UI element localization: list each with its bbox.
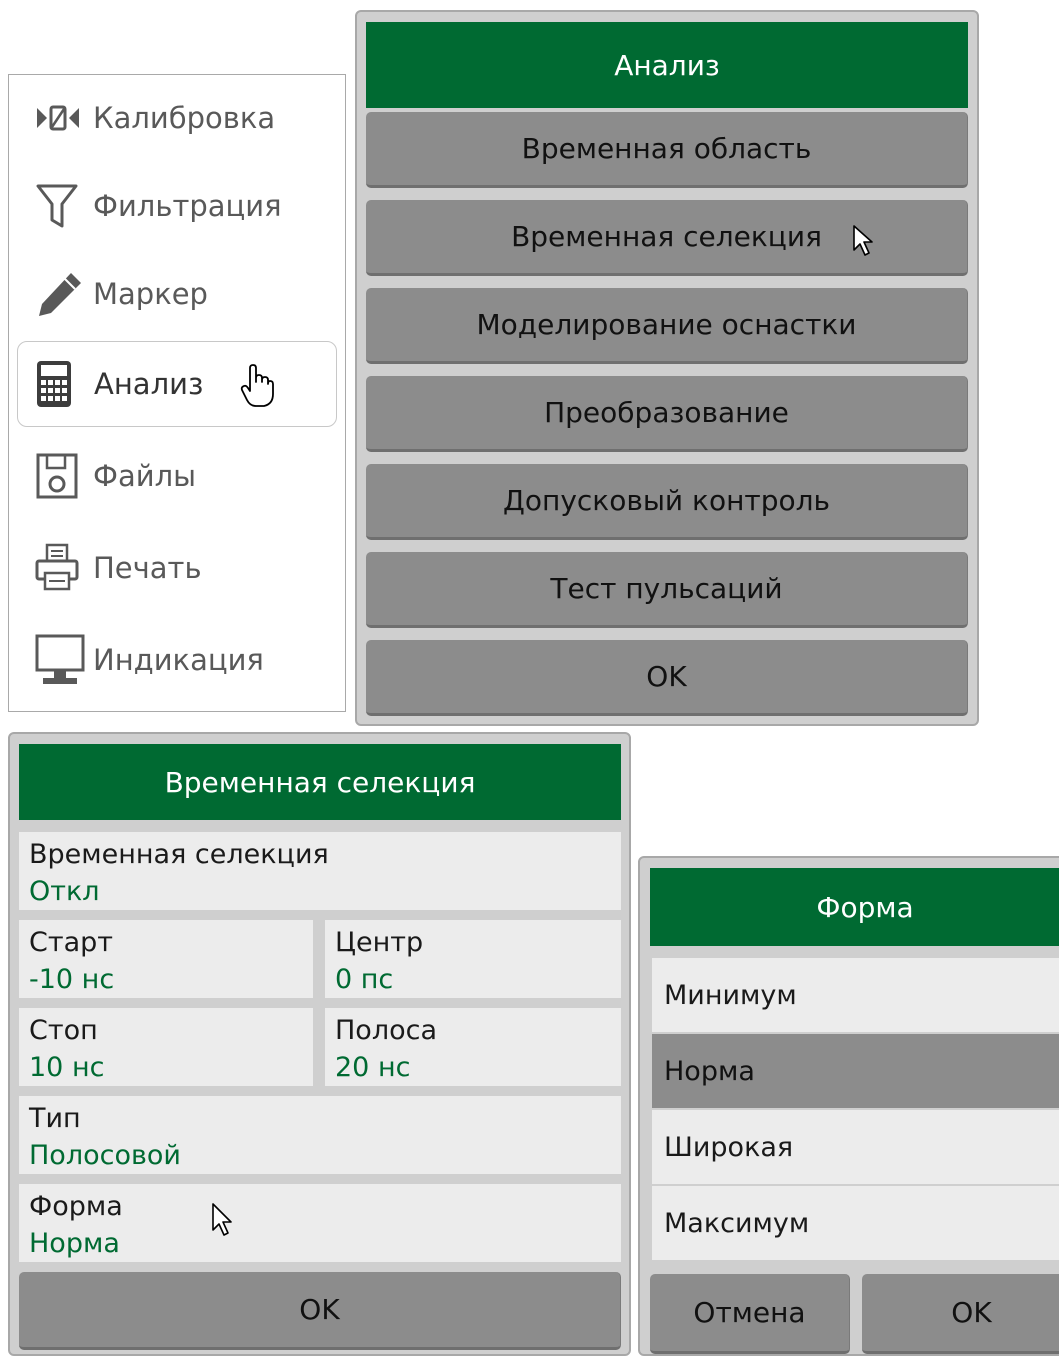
shape-panel: Форма Минимум Норма Широкая Максимум Отм…: [638, 856, 1059, 1356]
type-field[interactable]: Тип Полосовой: [19, 1096, 621, 1174]
menu-item-label: Печать: [93, 551, 202, 585]
shape-value: Норма: [29, 1228, 120, 1259]
ok-button[interactable]: OK: [366, 640, 968, 716]
span-value: 20 нс: [335, 1052, 411, 1083]
arrow-cursor-icon: [852, 224, 876, 265]
gating-toggle-field[interactable]: Временная селекция Откл: [19, 832, 621, 910]
filter-icon: [35, 178, 91, 234]
menu-item-files[interactable]: Файлы: [17, 433, 337, 519]
fixture-simulation-button[interactable]: Моделирование оснастки: [366, 288, 968, 364]
hand-pointer-cursor-icon: [240, 364, 274, 412]
type-label: Тип: [29, 1103, 81, 1134]
ripple-test-button[interactable]: Тест пульсаций: [366, 552, 968, 628]
main-menu: Калибровка Фильтрация Маркер Анализ Файл…: [8, 74, 346, 712]
menu-item-print[interactable]: Печать: [17, 525, 337, 611]
center-label: Центр: [335, 927, 424, 958]
start-label: Старт: [29, 927, 113, 958]
menu-item-label: Калибровка: [93, 101, 276, 135]
pencil-icon: [35, 266, 91, 322]
shape-option-wide[interactable]: Широкая: [652, 1110, 1059, 1184]
shape-title: Форма: [650, 868, 1059, 946]
monitor-icon: [35, 632, 91, 688]
menu-item-label: Маркер: [93, 277, 208, 311]
time-domain-button[interactable]: Временная область: [366, 112, 968, 188]
shape-field[interactable]: Форма Норма: [19, 1184, 621, 1262]
time-gating-title: Временная селекция: [19, 744, 621, 820]
type-value: Полосовой: [29, 1140, 181, 1171]
menu-item-analysis[interactable]: Анализ: [17, 341, 337, 427]
gating-toggle-label: Временная селекция: [29, 839, 329, 870]
floppy-disk-icon: [35, 448, 91, 504]
calibration-icon: [35, 90, 91, 146]
time-gating-label: Временная селекция: [511, 220, 822, 253]
time-gating-button[interactable]: Временная селекция: [366, 200, 968, 276]
menu-item-label: Файлы: [93, 459, 197, 493]
gating-toggle-value: Откл: [29, 876, 100, 907]
start-field[interactable]: Старт -10 нс: [19, 920, 313, 998]
shape-option-minimum[interactable]: Минимум: [652, 958, 1059, 1032]
calculator-icon: [36, 356, 92, 412]
analysis-title: Анализ: [366, 22, 968, 108]
start-value: -10 нс: [29, 964, 115, 995]
shape-label: Форма: [29, 1191, 123, 1222]
span-field[interactable]: Полоса 20 нс: [325, 1008, 621, 1086]
arrow-cursor-icon: [211, 1202, 235, 1242]
center-value: 0 пс: [335, 964, 394, 995]
printer-icon: [35, 540, 91, 596]
shape-option-maximum[interactable]: Максимум: [652, 1186, 1059, 1260]
menu-item-calibration[interactable]: Калибровка: [17, 75, 337, 161]
cancel-button[interactable]: Отмена: [650, 1274, 850, 1354]
menu-item-filtration[interactable]: Фильтрация: [17, 163, 337, 249]
menu-item-label: Индикация: [93, 643, 264, 677]
menu-item-display[interactable]: Индикация: [17, 617, 337, 703]
time-gating-panel: Временная селекция Временная селекция От…: [8, 732, 631, 1356]
menu-item-marker[interactable]: Маркер: [17, 251, 337, 337]
menu-item-label: Фильтрация: [93, 189, 282, 223]
ok-button[interactable]: OK: [862, 1274, 1059, 1354]
conversion-button[interactable]: Преобразование: [366, 376, 968, 452]
stop-field[interactable]: Стоп 10 нс: [19, 1008, 313, 1086]
shape-option-normal[interactable]: Норма: [652, 1034, 1059, 1108]
center-field[interactable]: Центр 0 пс: [325, 920, 621, 998]
menu-item-label: Анализ: [94, 367, 204, 401]
ok-button[interactable]: OK: [19, 1272, 621, 1350]
analysis-submenu: Анализ Временная область Временная селек…: [355, 10, 979, 726]
stop-value: 10 нс: [29, 1052, 105, 1083]
limit-test-button[interactable]: Допусковый контроль: [366, 464, 968, 540]
stop-label: Стоп: [29, 1015, 98, 1046]
span-label: Полоса: [335, 1015, 437, 1046]
